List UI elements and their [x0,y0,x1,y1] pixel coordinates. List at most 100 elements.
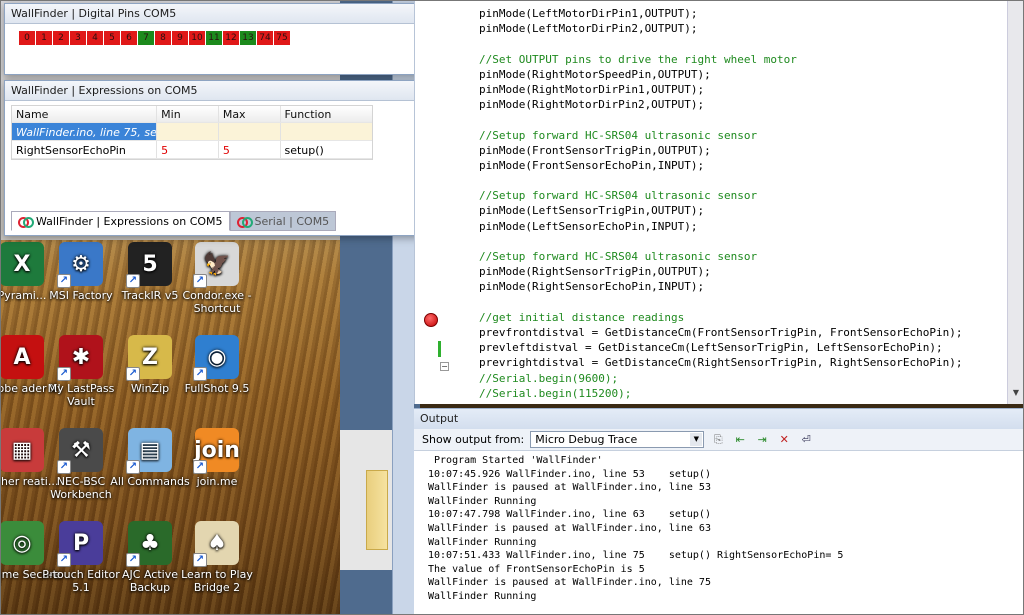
desktop-icon[interactable]: ♠ ↗ Learn to Play Bridge 2 [177,521,257,594]
scroll-down-icon[interactable]: ▼ [1010,388,1022,400]
app-icon: ♣ ↗ [126,521,172,567]
app-icon: ⚙ ↗ [57,242,103,288]
app-icon: 5 ↗ [126,242,172,288]
desktop-icon[interactable]: ⚙ ↗ MSI Factory [41,242,121,302]
tab-serial[interactable]: Serial | COM5 [229,211,337,231]
desktop-icon-label: P-touch Editor 5.1 [42,568,120,594]
cell-function [280,123,372,140]
desktop-icon[interactable]: ✱ ↗ My LastPass Vault [41,335,121,408]
cell-name: WallFinder.ino, line 75, setup() [12,123,158,140]
code-line: //Serial.begin(115200); [479,386,632,400]
code-line: pinMode(RightMotorDirPin2,OUTPUT); [479,98,705,112]
desktop-icon[interactable]: join ↗ join.me [177,428,257,488]
previous-message-icon[interactable]: ⇤ [732,432,748,448]
code-text[interactable]: pinMode(LeftMotorDirPin1,OUTPUT); pinMode… [479,6,962,401]
output-line: 10:07:45.926 WallFinder.ino, line 53 set… [428,468,711,480]
desktop-icon-label: join.me [196,475,238,488]
output-source-select[interactable]: Micro Debug Trace ▼ [530,431,705,448]
shortcut-arrow-icon: ↗ [193,553,207,567]
cell-max: 5 [219,141,281,158]
folder-icon [366,470,388,550]
next-message-icon[interactable]: ⇥ [754,432,770,448]
column-header-min[interactable]: Min [157,106,219,122]
pin-indicator: 6 [121,31,137,45]
pin-indicator: 3 [70,31,86,45]
pin-indicator: 4 [87,31,103,45]
digital-pins-title: WallFinder | Digital Pins COM5 [11,7,177,20]
code-line: pinMode(LeftMotorDirPin1,OUTPUT); [479,7,698,20]
expressions-grid: Name Min Max Function WallFinder.ino, li… [11,105,373,160]
expressions-titlebar[interactable]: WallFinder | Expressions on COM5 x [5,81,461,101]
column-header-function[interactable]: Function [281,106,372,122]
pin-indicator: 10 [189,31,205,45]
output-text: Program Started 'WallFinder' 10:07:45.926… [414,451,1024,604]
desktop-icon-label: My LastPass Vault [47,382,115,408]
column-header-name[interactable]: Name [12,106,158,122]
chevron-down-icon[interactable]: ▼ [690,433,703,446]
pin-indicator: 2 [53,31,69,45]
output-toolbar: Show output from: Micro Debug Trace ▼ ⎘ … [414,429,1024,451]
shortcut-arrow-icon: ↗ [57,460,71,474]
table-row[interactable]: RightSensorEchoPin 5 5 setup() [12,141,372,159]
app-icon: ⚒ ↗ [57,428,103,474]
change-marker [438,341,441,357]
visual-micro-icon [18,216,34,228]
app-icon: ◎ [0,521,44,565]
shortcut-arrow-icon: ↗ [57,553,71,567]
cell-name: RightSensorEchoPin [12,141,158,158]
goto-icon[interactable]: ⎘ [710,432,726,448]
editor-margin[interactable] [415,0,475,404]
desktop-icon-label: FullShot 9.5 [184,382,250,395]
app-icon: ✱ ↗ [57,335,103,381]
output-line: WallFinder is paused at WallFinder.ino, … [428,482,711,494]
code-line: //Setup forward HC-SRS04 ultrasonic sens… [479,189,758,203]
output-line: 10:07:51.433 WallFinder.ino, line 75 set… [428,550,844,562]
digital-pins-titlebar[interactable]: WallFinder | Digital Pins COM5 x [5,4,458,24]
code-line: //Setup forward HC-SRS04 ultrasonic sens… [479,128,758,142]
desktop-icon[interactable]: 🦅 ↗ Condor.exe - Shortcut [177,242,257,315]
output-line: The value of FrontSensorEchoPin is 5 [428,563,645,575]
output-source-value: Micro Debug Trace [535,433,638,446]
digital-pins-window[interactable]: WallFinder | Digital Pins COM5 x 0123456… [4,3,459,75]
output-line: Program Started 'WallFinder' [428,455,603,466]
tab-expressions[interactable]: WallFinder | Expressions on COM5 [11,211,230,231]
code-line: //Set OUTPUT pins to drive the right whe… [479,52,797,66]
table-row[interactable]: WallFinder.ino, line 75, setup() [12,123,372,141]
pin-indicator: 7 [138,31,154,45]
tab-label: WallFinder | Expressions on COM5 [36,214,223,228]
desktop-icon[interactable]: P ↗ P-touch Editor 5.1 [41,521,121,594]
app-icon: X [0,242,44,286]
code-line: pinMode(RightSensorEchoPin,INPUT); [479,280,705,294]
shortcut-arrow-icon: ↗ [126,553,140,567]
code-editor[interactable]: − pinMode(LeftMotorDirPin1,OUTPUT); pinMo… [414,0,1024,404]
column-header-max[interactable]: Max [219,106,281,122]
code-line: pinMode(LeftMotorDirPin2,OUTPUT); [479,22,698,36]
code-line: pinMode(LeftSensorEchoPin,INPUT); [479,219,698,233]
desktop-icon[interactable]: ◉ ↗ FullShot 9.5 [177,335,257,395]
clear-all-icon[interactable]: ✕ [776,432,792,448]
pin-indicator: 12 [223,31,239,45]
cell-min: 5 [157,141,219,158]
app-icon: join ↗ [193,428,240,474]
desktop-icon-label: NEC-BSC Workbench [50,475,112,501]
output-line: WallFinder is paused at WallFinder.ino, … [428,522,711,534]
code-line: prevfrontdistval = GetDistanceCm(FrontSe… [479,325,963,339]
desktop-icon[interactable]: ⚒ ↗ NEC-BSC Workbench [41,428,121,501]
app-icon: ▤ ↗ [126,428,172,474]
cell-function: setup() [284,144,324,157]
app-icon: A [0,335,44,379]
collapse-icon[interactable]: − [440,362,449,371]
breakpoint-icon[interactable] [424,313,438,327]
output-line: WallFinder Running [428,495,537,507]
tab-label: Serial | COM5 [254,214,330,228]
code-line: prevrightdistval = GetDistanceCm(RightSe… [479,356,963,370]
editor-scrollbar[interactable]: ▼ [1007,0,1024,404]
show-output-label: Show output from: [422,433,525,446]
desktop-icon-label: Condor.exe - Shortcut [182,289,252,315]
expressions-window[interactable]: WallFinder | Expressions on COM5 x Name … [4,80,462,236]
word-wrap-icon[interactable]: ⏎ [798,432,814,448]
shortcut-arrow-icon: ↗ [193,367,207,381]
output-line: WallFinder is paused at WallFinder.ino, … [428,577,711,589]
